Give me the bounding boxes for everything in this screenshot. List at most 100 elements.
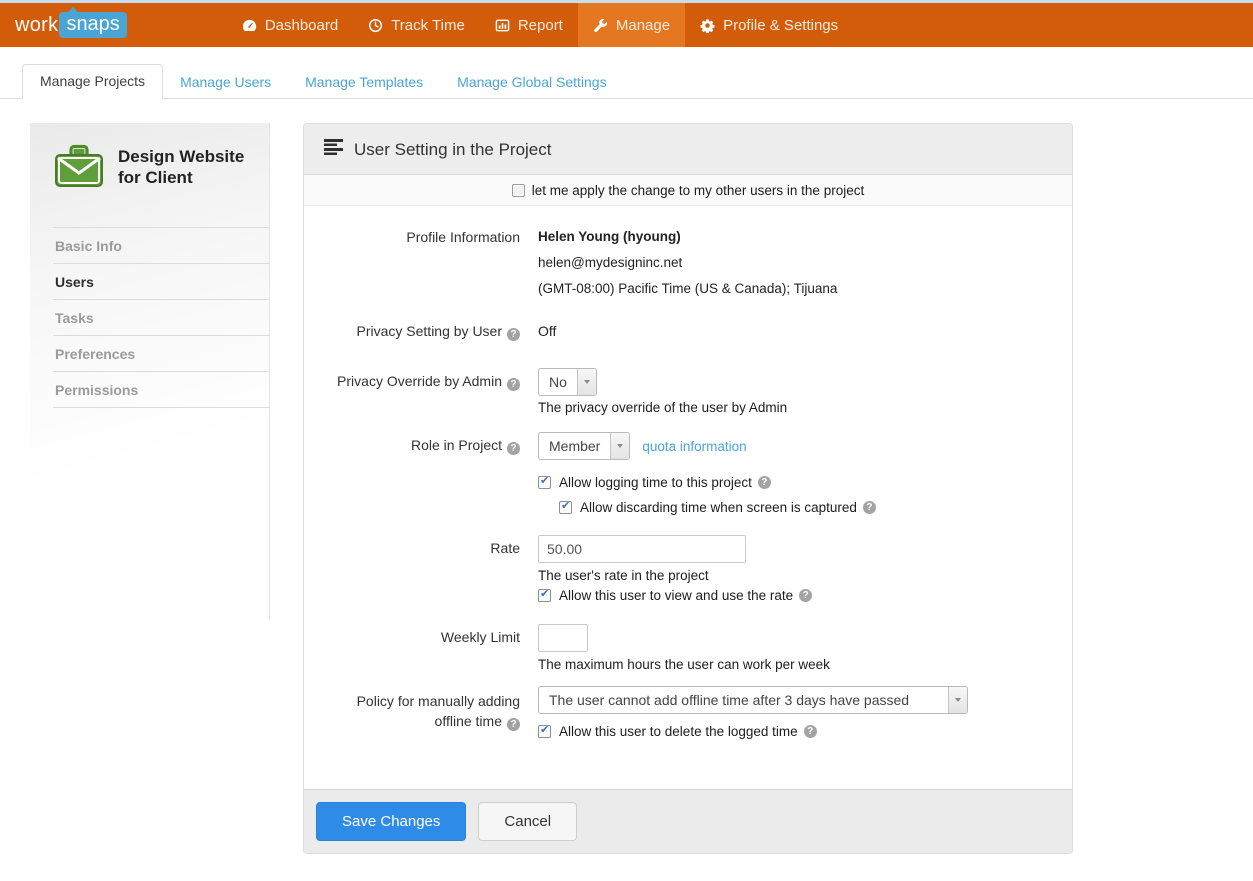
rate-helper: The user's rate in the project <box>538 568 1072 583</box>
app-header: work snaps Dashboard Track Time Report M… <box>0 3 1253 47</box>
nav-label: Profile & Settings <box>723 17 838 34</box>
apply-to-others-checkbox[interactable] <box>512 184 525 197</box>
offline-policy-select[interactable]: The user cannot add offline time after 3… <box>538 686 968 714</box>
nav-item-manage[interactable]: Manage <box>578 3 685 47</box>
chevron-down-icon <box>948 687 967 713</box>
bar-chart-icon <box>495 18 510 33</box>
sidebar-item-permissions[interactable]: Permissions <box>53 372 269 408</box>
cancel-button[interactable]: Cancel <box>478 802 577 841</box>
rate-input[interactable] <box>538 535 746 563</box>
help-icon[interactable]: ? <box>507 718 520 731</box>
main-nav: Dashboard Track Time Report Manage Profi… <box>227 3 853 47</box>
profile-information-row: Profile Information Helen Young (hyoung)… <box>304 229 1072 296</box>
project-title: Design Website for Client <box>118 143 261 195</box>
nav-label: Report <box>518 17 563 34</box>
clock-icon <box>368 18 383 33</box>
role-row: Role in Project? Member quota informatio… <box>304 432 1072 515</box>
apply-to-others-label: let me apply the change to my other user… <box>532 183 864 198</box>
chevron-down-icon <box>610 433 629 459</box>
sidebar-item-basic-info[interactable]: Basic Info <box>53 228 269 264</box>
privacy-override-helper: The privacy override of the user by Admi… <box>538 400 1072 415</box>
role-selected-value: Member <box>539 433 610 459</box>
allow-rate-label: Allow this user to view and use the rate <box>559 588 793 603</box>
sidebar-item-users[interactable]: Users <box>53 264 269 300</box>
allow-discarding-row: Allow discarding time when screen is cap… <box>559 500 1072 515</box>
help-icon[interactable]: ? <box>758 476 771 489</box>
allow-delete-checkbox[interactable] <box>538 725 551 738</box>
save-changes-button[interactable]: Save Changes <box>316 802 466 841</box>
profile-information-label: Profile Information <box>304 229 520 296</box>
privacy-setting-row: Privacy Setting by User? Off <box>304 323 1072 341</box>
content-area: Design Website for Client Basic Info Use… <box>0 99 1253 854</box>
allow-discarding-checkbox[interactable] <box>559 501 572 514</box>
panel-header: User Setting in the Project <box>304 124 1072 175</box>
nav-label: Dashboard <box>265 17 338 34</box>
list-icon <box>324 139 343 160</box>
project-sidebar: Design Website for Client Basic Info Use… <box>30 123 270 619</box>
privacy-override-selected-value: No <box>539 369 577 395</box>
nav-item-dashboard[interactable]: Dashboard <box>227 3 353 47</box>
logo-text-snaps: snaps <box>59 12 126 38</box>
apply-to-others-row: let me apply the change to my other user… <box>304 175 1072 206</box>
allow-delete-label: Allow this user to delete the logged tim… <box>559 724 798 739</box>
nav-item-report[interactable]: Report <box>480 3 578 47</box>
nav-label: Manage <box>616 17 670 34</box>
weekly-limit-row: Weekly Limit The maximum hours the user … <box>304 624 1072 672</box>
weekly-limit-input[interactable] <box>538 624 588 652</box>
manage-tabs-bar: Manage Projects Manage Users Manage Temp… <box>0 64 1253 99</box>
allow-delete-row: Allow this user to delete the logged tim… <box>538 724 1072 739</box>
rate-label: Rate <box>304 535 520 603</box>
user-setting-panel: User Setting in the Project let me apply… <box>303 123 1073 854</box>
offline-policy-selected-value: The user cannot add offline time after 3… <box>539 687 919 713</box>
help-icon[interactable]: ? <box>507 442 520 455</box>
dashboard-gauge-icon <box>242 18 257 33</box>
page: work snaps Dashboard Track Time Report M… <box>0 0 1253 881</box>
panel-footer: Save Changes Cancel <box>304 789 1072 853</box>
offline-policy-row: Policy for manually adding offline time?… <box>304 686 1072 739</box>
help-icon[interactable]: ? <box>863 501 876 514</box>
gear-icon <box>700 18 715 33</box>
allow-rate-checkbox[interactable] <box>538 589 551 602</box>
nav-item-track-time[interactable]: Track Time <box>353 3 480 47</box>
help-icon[interactable]: ? <box>507 328 520 341</box>
tab-manage-users[interactable]: Manage Users <box>163 66 288 99</box>
worksnaps-logo[interactable]: work snaps <box>15 3 127 47</box>
role-label: Role in Project? <box>304 432 520 515</box>
quota-information-link[interactable]: quota information <box>642 439 746 454</box>
allow-logging-checkbox[interactable] <box>538 476 551 489</box>
role-select[interactable]: Member <box>538 432 630 460</box>
privacy-override-row: Privacy Override by Admin? No The privac… <box>304 368 1072 415</box>
privacy-setting-value: Off <box>538 323 556 339</box>
wrench-icon <box>593 18 608 33</box>
nav-item-profile-settings[interactable]: Profile & Settings <box>685 3 853 47</box>
project-nav: Basic Info Users Tasks Preferences Permi… <box>53 227 269 408</box>
nav-label: Track Time <box>391 17 465 34</box>
weekly-limit-helper: The maximum hours the user can work per … <box>538 657 1072 672</box>
user-setting-form: Profile Information Helen Young (hyoung)… <box>304 206 1072 739</box>
privacy-override-select[interactable]: No <box>538 368 597 396</box>
help-icon[interactable]: ? <box>799 589 812 602</box>
profile-email: helen@mydesigninc.net <box>538 255 1072 270</box>
allow-rate-row: Allow this user to view and use the rate… <box>538 588 1072 603</box>
help-icon[interactable]: ? <box>804 725 817 738</box>
profile-name: Helen Young (hyoung) <box>538 229 1072 244</box>
chevron-down-icon <box>577 369 596 395</box>
sidebar-item-tasks[interactable]: Tasks <box>53 300 269 336</box>
sidebar-item-preferences[interactable]: Preferences <box>53 336 269 372</box>
allow-logging-label: Allow logging time to this project <box>559 475 752 490</box>
profile-timezone: (GMT-08:00) Pacific Time (US & Canada); … <box>538 281 1072 296</box>
briefcase-icon <box>53 143 105 195</box>
privacy-override-label: Privacy Override by Admin? <box>304 368 520 415</box>
weekly-limit-label: Weekly Limit <box>304 624 520 672</box>
offline-policy-label: Policy for manually adding offline time? <box>304 686 520 739</box>
allow-logging-row: Allow logging time to this project ? <box>538 475 1072 490</box>
allow-discarding-label: Allow discarding time when screen is cap… <box>580 500 857 515</box>
logo-text-work: work <box>15 14 58 37</box>
panel-title: User Setting in the Project <box>354 140 551 160</box>
project-header: Design Website for Client <box>30 123 269 213</box>
tab-manage-projects[interactable]: Manage Projects <box>22 64 163 99</box>
rate-row: Rate The user's rate in the project Allo… <box>304 535 1072 603</box>
tab-manage-global-settings[interactable]: Manage Global Settings <box>440 66 623 99</box>
tab-manage-templates[interactable]: Manage Templates <box>288 66 440 99</box>
help-icon[interactable]: ? <box>507 378 520 391</box>
